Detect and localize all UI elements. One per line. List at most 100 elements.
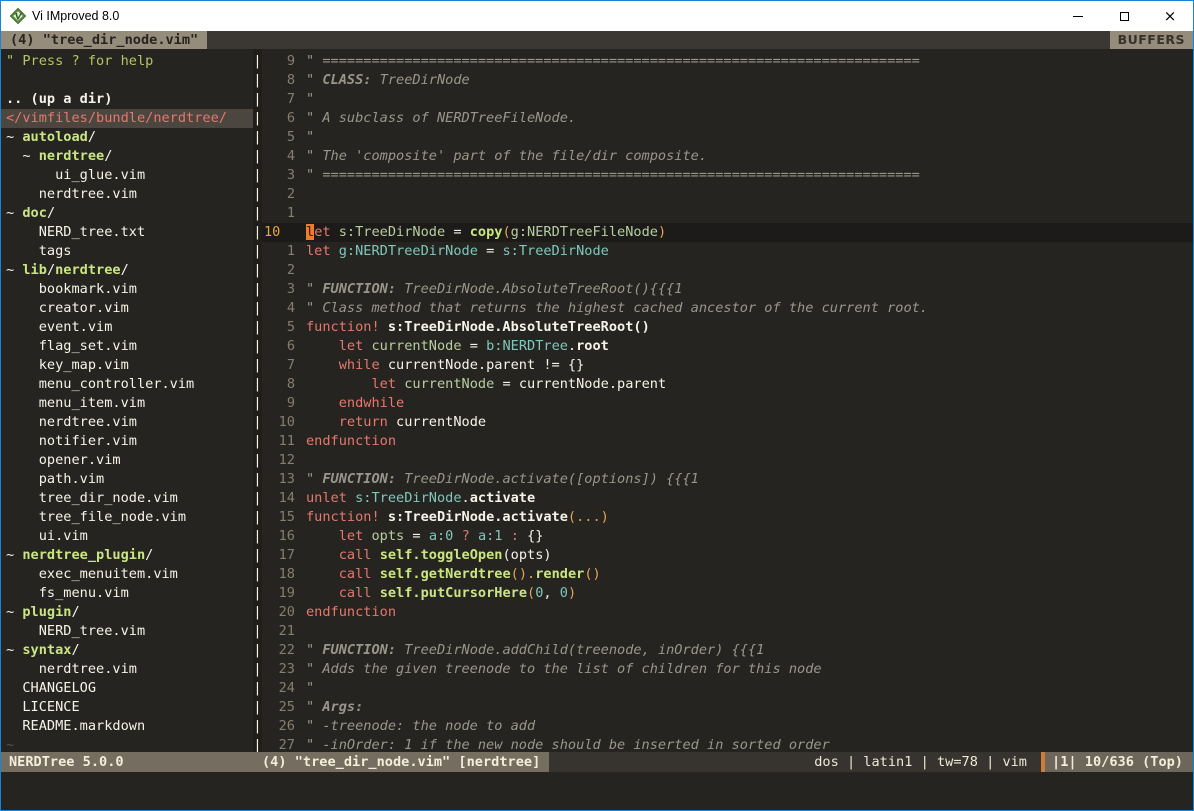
code-line[interactable]: 13" FUNCTION: TreeDirNode.activate([opti… [262, 470, 1193, 489]
token: (...) [568, 509, 609, 525]
code-line[interactable]: 15function! s:TreeDirNode.activate(...) [262, 508, 1193, 527]
token: a:1 [478, 528, 503, 544]
tree-item[interactable]: fs_menu.vim [1, 584, 253, 603]
token: lib [22, 262, 47, 278]
tree-item[interactable]: tree_file_node.vim [1, 508, 253, 527]
minimize-button[interactable] [1055, 1, 1101, 31]
code-line[interactable]: 5" [262, 128, 1193, 147]
tree-item[interactable]: exec_menuitem.vim [1, 565, 253, 584]
tree-item[interactable]: ui_glue.vim [1, 166, 253, 185]
code-line[interactable]: 22" FUNCTION: TreeDirNode.addChild(treen… [262, 641, 1193, 660]
tree-item[interactable]: README.markdown [1, 717, 253, 736]
token [306, 414, 339, 430]
tree-item[interactable]: ~ autoload/ [1, 128, 253, 147]
token: / [88, 129, 96, 145]
tree-item[interactable]: ~ plugin/ [1, 603, 253, 622]
code-line[interactable]: 3" =====================================… [262, 166, 1193, 185]
code-line[interactable]: 8 let currentNode = currentNode.parent [262, 375, 1193, 394]
code-line[interactable]: 1let g:NERDTreeDirNode = s:TreeDirNode [262, 242, 1193, 261]
code-line[interactable]: 7" [262, 90, 1193, 109]
token: ~ [6, 737, 14, 752]
line-number: 5 [262, 128, 295, 147]
code-line[interactable]: 2 [262, 185, 1193, 204]
tree-item[interactable]: ~ nerdtree_plugin/ [1, 546, 253, 565]
code-line[interactable]: 6" A subclass of NERDTreeFileNode. [262, 109, 1193, 128]
tree-item[interactable]: tree_dir_node.vim [1, 489, 253, 508]
code-line[interactable]: 4" Class method that returns the highest… [262, 299, 1193, 318]
close-button[interactable]: × [1147, 1, 1193, 31]
tree-item[interactable]: ~ [1, 736, 253, 752]
tree-item[interactable]: path.vim [1, 470, 253, 489]
tree-item[interactable]: opener.vim [1, 451, 253, 470]
tree-item[interactable]: creator.vim [1, 299, 253, 318]
tree-item[interactable]: " Press ? for help [1, 52, 253, 71]
tree-item[interactable]: notifier.vim [1, 432, 253, 451]
token [331, 243, 339, 259]
token: endfunction [306, 604, 396, 620]
tree-item[interactable]: ui.vim [1, 527, 253, 546]
code-line[interactable]: 17 call self.toggleOpen(opts) [262, 546, 1193, 565]
tree-item[interactable]: CHANGELOG [1, 679, 253, 698]
tree-item[interactable]: ~ syntax/ [1, 641, 253, 660]
code-line[interactable]: 9" =====================================… [262, 52, 1193, 71]
code-line[interactable]: 6 let currentNode = b:NERDTree.root [262, 337, 1193, 356]
token [380, 509, 388, 525]
tree-item[interactable]: nerdtree.vim [1, 660, 253, 679]
maximize-button[interactable] [1101, 1, 1147, 31]
tree-item[interactable]: ~ lib/nerdtree/ [1, 261, 253, 280]
code-line[interactable]: 26" -treenode: the node to add [262, 717, 1193, 736]
token: " Adds the given treenode to the list of… [306, 661, 822, 677]
code-line-current[interactable]: 10let s:TreeDirNode = copy(g:NERDTreeFil… [262, 223, 1193, 242]
separator-pipe: | [253, 451, 262, 470]
tree-item[interactable]: ~ doc/ [1, 204, 253, 223]
code-line[interactable]: 21 [262, 622, 1193, 641]
tree-item[interactable]: menu_controller.vim [1, 375, 253, 394]
code-line[interactable]: 11endfunction [262, 432, 1193, 451]
code-line[interactable]: 3" FUNCTION: TreeDirNode.AbsoluteTreeRoo… [262, 280, 1193, 299]
tree-item[interactable]: nerdtree.vim [1, 413, 253, 432]
token: render [535, 566, 584, 582]
code-line[interactable]: 9 endwhile [262, 394, 1193, 413]
command-line[interactable] [1, 772, 1193, 809]
tree-item[interactable]: flag_set.vim [1, 337, 253, 356]
line-number: 8 [262, 375, 295, 394]
token: " [306, 281, 322, 297]
code-line[interactable]: 18 call self.getNerdtree().render() [262, 565, 1193, 584]
code-line[interactable]: 1 [262, 204, 1193, 223]
separator-pipe: | [253, 527, 262, 546]
tree-item[interactable]: </vimfiles/bundle/nerdtree/ [1, 109, 253, 128]
code-line[interactable]: 2 [262, 261, 1193, 280]
code-line[interactable]: 16 let opts = a:0 ? a:1 : {} [262, 527, 1193, 546]
code-line[interactable]: 25" Args: [262, 698, 1193, 717]
token [363, 338, 371, 354]
tree-item[interactable]: bookmark.vim [1, 280, 253, 299]
separator-pipe: | [253, 52, 262, 71]
code-line[interactable]: 12 [262, 451, 1193, 470]
code-line[interactable]: 27" -inOrder: 1 if the new node should b… [262, 736, 1193, 752]
code-line[interactable]: 4" The 'composite' part of the file/dir … [262, 147, 1193, 166]
tree-item[interactable]: menu_item.vim [1, 394, 253, 413]
code-line[interactable]: 23" Adds the given treenode to the list … [262, 660, 1193, 679]
tree-item[interactable] [1, 71, 253, 90]
tree-item[interactable]: .. (up a dir) [1, 90, 253, 109]
tree-item[interactable]: NERD_tree.txt [1, 223, 253, 242]
tree-item[interactable]: tags [1, 242, 253, 261]
tree-item[interactable]: ~ nerdtree/ [1, 147, 253, 166]
code-line[interactable]: 24" [262, 679, 1193, 698]
tree-item[interactable]: LICENCE [1, 698, 253, 717]
tree-item[interactable]: key_map.vim [1, 356, 253, 375]
tree-item[interactable]: nerdtree.vim [1, 185, 253, 204]
code-line[interactable]: 7 while currentNode.parent != {} [262, 356, 1193, 375]
window-separator[interactable]: ||||||||||||||||||||||||||||||||||||| [253, 49, 262, 752]
code-line[interactable]: 10 return currentNode [262, 413, 1193, 432]
code-line[interactable]: 8" CLASS: TreeDirNode [262, 71, 1193, 90]
code-line[interactable]: 14unlet s:TreeDirNode.activate [262, 489, 1193, 508]
code-line[interactable]: 19 call self.putCursorHere(0, 0) [262, 584, 1193, 603]
token [347, 490, 355, 506]
code-line[interactable]: 5function! s:TreeDirNode.AbsoluteTreeRoo… [262, 318, 1193, 337]
separator-pipe: | [253, 299, 262, 318]
tree-item[interactable]: NERD_tree.vim [1, 622, 253, 641]
tree-item[interactable]: event.vim [1, 318, 253, 337]
tab-tree-dir-node[interactable]: (4) "tree_dir_node.vim" [1, 31, 207, 49]
code-line[interactable]: 20endfunction [262, 603, 1193, 622]
